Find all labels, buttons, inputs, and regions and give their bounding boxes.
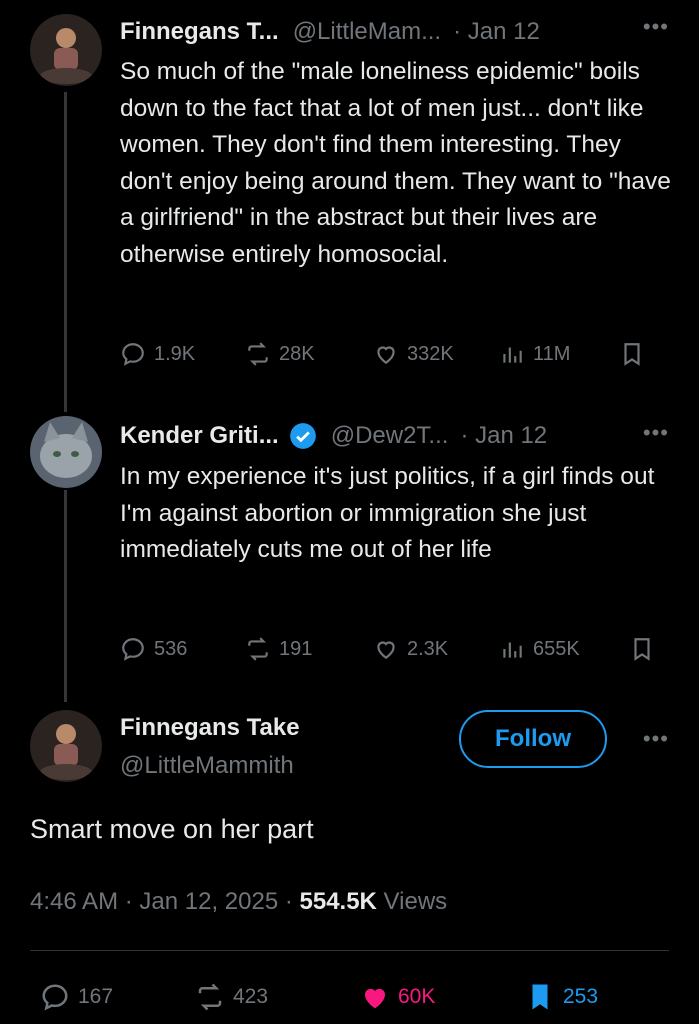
- bookmark-icon: [634, 638, 650, 661]
- bookmark-button[interactable]: 253: [525, 982, 598, 1012]
- more-dots-icon[interactable]: •••: [643, 420, 669, 446]
- display-name[interactable]: Finnegans T...: [120, 18, 279, 46]
- bookmark-filled-icon: [532, 984, 548, 1010]
- heart-icon: [377, 641, 395, 659]
- repost-count: 191: [279, 637, 313, 660]
- avatar[interactable]: [30, 710, 102, 782]
- tweet-time[interactable]: 4:46 AM · Jan 12, 2025 ·: [30, 888, 300, 915]
- repost-button[interactable]: 191: [245, 636, 373, 662]
- like-button[interactable]: 2.3K: [373, 636, 499, 662]
- like-button[interactable]: 60K: [360, 982, 525, 1012]
- repost-count: 423: [233, 985, 269, 1008]
- divider: [30, 950, 669, 951]
- reply-button[interactable]: 167: [40, 982, 195, 1012]
- views-button[interactable]: 655K: [499, 636, 629, 662]
- reply-count: 167: [78, 985, 114, 1008]
- bookmark-count: 253: [563, 985, 599, 1008]
- tweet-text: In my experience it's just politics, if …: [120, 463, 655, 563]
- views-icon: [503, 642, 522, 658]
- like-count: 2.3K: [407, 637, 449, 660]
- repost-icon: [248, 637, 268, 661]
- display-name[interactable]: Kender Griti...: [120, 422, 279, 450]
- reply-icon: [42, 984, 68, 1011]
- tweet-date[interactable]: · Jan 12: [453, 18, 540, 46]
- reply-button[interactable]: 1.9K: [120, 341, 245, 367]
- bookmark-icon: [624, 343, 640, 366]
- views-count: 554.5K: [299, 888, 377, 915]
- views-count: 11M: [533, 342, 571, 365]
- tweet-meta: 4:46 AM · Jan 12, 2025 · 554.5K Views: [30, 888, 447, 916]
- thread-connector: [64, 92, 67, 412]
- more-dots-icon[interactable]: •••: [643, 14, 669, 40]
- bookmark-button[interactable]: [629, 636, 655, 662]
- heart-filled-icon: [365, 988, 385, 1009]
- repost-button[interactable]: 28K: [245, 341, 373, 367]
- repost-count: 28K: [279, 342, 315, 365]
- tweet-text: Smart move on her part: [30, 814, 314, 844]
- handle[interactable]: @LittleMam...: [293, 18, 441, 46]
- views-count: 655K: [533, 637, 580, 660]
- reply-button[interactable]: 536: [120, 636, 245, 662]
- tweet-date[interactable]: · Jan 12: [460, 422, 547, 450]
- handle[interactable]: @LittleMammith: [120, 752, 300, 780]
- display-name[interactable]: Finnegans Take: [120, 714, 300, 742]
- like-count: 332K: [407, 342, 454, 365]
- bookmark-button[interactable]: [619, 341, 645, 367]
- reply-count: 1.9K: [154, 342, 196, 365]
- views-icon: [503, 347, 522, 363]
- handle[interactable]: @Dew2T...: [331, 422, 449, 450]
- more-dots-icon[interactable]: •••: [643, 726, 669, 752]
- like-count: 60K: [398, 985, 436, 1008]
- reply-count: 536: [154, 637, 188, 660]
- repost-icon: [198, 983, 222, 1011]
- repost-icon: [248, 342, 268, 366]
- repost-button[interactable]: 423: [195, 982, 360, 1012]
- views-label: Views: [376, 888, 448, 915]
- like-button[interactable]: 332K: [373, 341, 499, 367]
- follow-button[interactable]: Follow: [459, 710, 607, 768]
- views-button[interactable]: 11M: [499, 341, 619, 367]
- reply-icon: [122, 638, 144, 661]
- verified-badge-icon: [289, 423, 316, 449]
- reply-icon: [122, 343, 144, 366]
- thread-connector: [64, 490, 67, 702]
- avatar[interactable]: [30, 14, 102, 86]
- heart-icon: [377, 346, 395, 364]
- tweet-text: So much of the "male loneliness epidemic…: [120, 58, 671, 268]
- action-bar: 167 423 60K 253: [40, 975, 659, 1019]
- avatar[interactable]: [30, 416, 102, 488]
